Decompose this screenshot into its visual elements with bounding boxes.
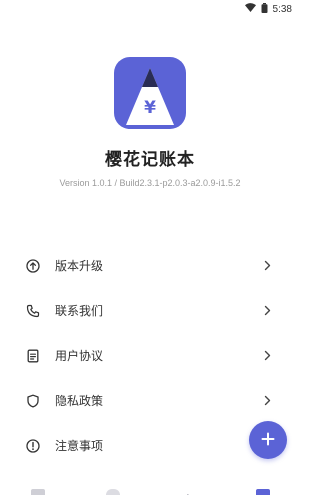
- app-name: 樱花记账本: [105, 150, 195, 170]
- arrow-up-circle-icon: [26, 258, 40, 273]
- bottom-nav: [0, 485, 300, 495]
- chevron-right-icon: [262, 305, 272, 317]
- menu-item-label: 联系我们: [55, 304, 104, 318]
- tab-chart-icon: [105, 489, 120, 495]
- shield-icon: [26, 394, 40, 408]
- tab-profile[interactable]: [255, 485, 271, 495]
- tab-home-icon: [30, 489, 45, 495]
- menu-item-label: 版本升级: [55, 259, 104, 273]
- chevron-right-icon: [262, 260, 272, 272]
- logo-yen-symbol: ¥: [144, 98, 156, 118]
- menu-item-contact[interactable]: 联系我们: [0, 288, 300, 333]
- tab-stats[interactable]: [180, 485, 196, 495]
- tab-home[interactable]: [30, 485, 46, 495]
- tab-chart[interactable]: [105, 485, 121, 495]
- tab-stats-icon: [181, 485, 195, 495]
- document-icon: [26, 349, 40, 363]
- menu-item-privacy-policy[interactable]: 隐私政策: [0, 378, 300, 423]
- status-time: 5:38: [272, 3, 292, 15]
- alert-circle-icon: [26, 438, 40, 453]
- menu-item-label: 隐私政策: [55, 394, 104, 408]
- app-logo: ¥: [114, 57, 186, 129]
- menu-item-user-agreement[interactable]: 用户协议: [0, 333, 300, 378]
- plus-icon: [261, 431, 275, 450]
- app-version: Version 1.0.1 / Build2.3.1-p2.0.3-a2.0.9…: [59, 178, 241, 188]
- chevron-right-icon: [262, 395, 272, 407]
- add-record-button[interactable]: [249, 421, 287, 459]
- phone-icon: [26, 304, 40, 318]
- status-bar: 5:38: [0, 0, 300, 18]
- wifi-icon: [244, 3, 256, 15]
- menu-item-update[interactable]: 版本升级: [0, 243, 300, 288]
- menu-item-label: 用户协议: [55, 349, 104, 363]
- chevron-right-icon: [262, 350, 272, 362]
- menu-item-label: 注意事项: [55, 439, 104, 453]
- tab-profile-icon: [255, 489, 270, 495]
- battery-icon: [261, 2, 268, 16]
